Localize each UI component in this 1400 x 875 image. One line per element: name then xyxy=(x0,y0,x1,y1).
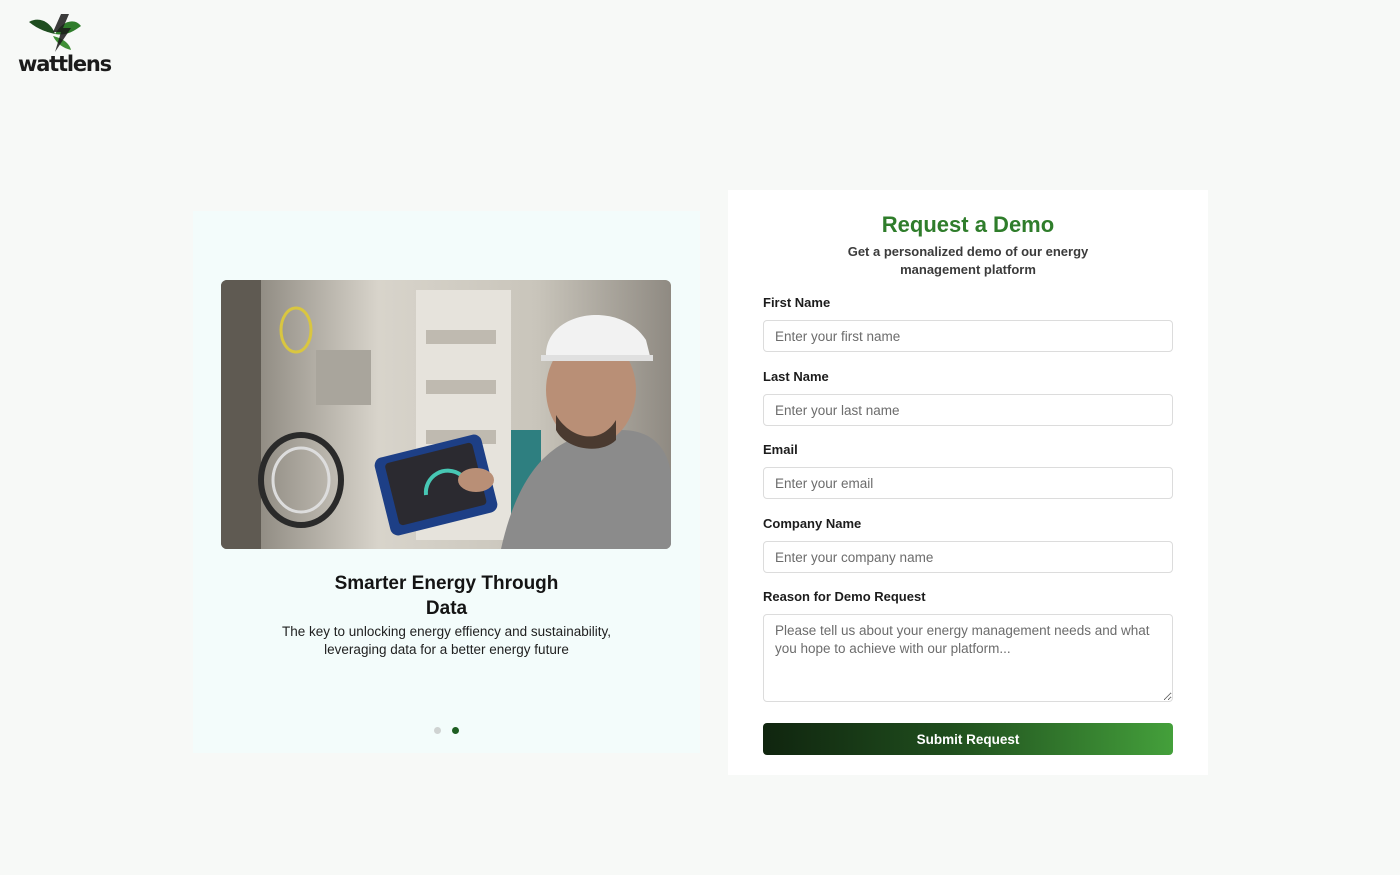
form-title: Request a Demo xyxy=(881,212,1055,237)
slide-title: Smarter Energy Through Data xyxy=(334,573,559,619)
carousel-dots xyxy=(193,721,700,739)
last-name-label: Last Name xyxy=(763,369,829,384)
carousel-dot-1[interactable] xyxy=(434,727,442,734)
brand-logo[interactable]: wattlens xyxy=(17,12,112,78)
email-label: Email xyxy=(763,442,798,457)
brand-wordmark: wattlens xyxy=(18,52,112,76)
reason-textarea[interactable] xyxy=(763,614,1173,702)
electrician-with-tablet-photo xyxy=(221,280,671,549)
slide-description: The key to unlocking energy effiency and… xyxy=(282,624,611,657)
reason-label: Reason for Demo Request xyxy=(763,589,926,604)
company-name-input[interactable] xyxy=(763,541,1173,573)
carousel-dot-2[interactable] xyxy=(451,727,459,734)
first-name-label: First Name xyxy=(763,295,831,310)
feature-carousel: Smarter Energy Through Data The key to u… xyxy=(193,211,700,753)
leaf-lightning-icon xyxy=(29,14,81,52)
email-input[interactable] xyxy=(763,467,1173,499)
form-subtitle: Get a personalized demo of our energy ma… xyxy=(847,244,1089,277)
submit-request-button[interactable]: Submit Request xyxy=(763,723,1173,755)
first-name-input[interactable] xyxy=(763,320,1173,352)
company-name-label: Company Name xyxy=(763,516,862,531)
last-name-input[interactable] xyxy=(763,394,1173,426)
demo-request-form: Request a Demo Get a personalized demo o… xyxy=(728,190,1208,775)
